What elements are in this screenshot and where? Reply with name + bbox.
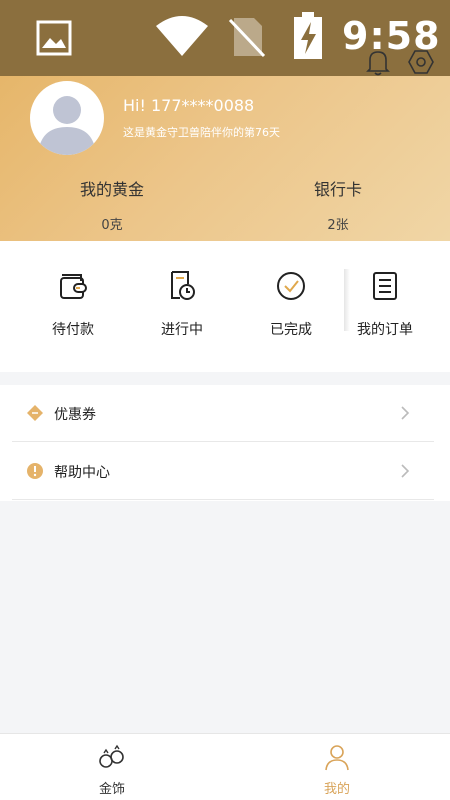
order-list-icon [373,272,397,300]
coupon-icon [27,405,43,421]
order-completed-label: 已完成 [270,322,312,338]
wifi-icon [156,16,208,56]
battery-charging-icon [294,12,322,59]
bank-card-value: 2张 [327,218,349,233]
order-pending-payment[interactable]: 待付款 [28,269,118,339]
menu-item-label: 帮助中心 [54,465,110,481]
gallery-icon [36,20,72,56]
my-orders-label: 我的订单 [357,322,413,338]
tab-jewelry-label: 金饰 [98,782,125,797]
menu-item-label: 优惠券 [54,407,96,423]
help-icon [27,463,43,479]
menu-item-coupons[interactable]: 优惠券 [12,385,434,442]
bell-icon[interactable] [366,48,390,76]
settings-menu: 优惠券 帮助中心 [0,385,450,501]
bank-card-label: 银行卡 [313,180,362,199]
order-in-progress-label: 进行中 [161,322,203,338]
bank-card-stat[interactable]: 银行卡 2张 [268,176,408,233]
my-gold-value: 0克 [101,218,123,233]
wallet-icon [60,274,87,299]
chevron-right-icon [401,406,410,420]
person-icon [325,745,349,771]
menu-item-help-center[interactable]: 帮助中心 [12,443,434,500]
tab-jewelry[interactable]: 金饰 [72,742,152,797]
no-sim-icon [228,18,266,58]
tab-mine-label: 我的 [323,782,350,797]
tab-mine[interactable]: 我的 [297,742,377,797]
avatar[interactable] [30,81,104,155]
my-gold-label: 我的黄金 [79,180,144,199]
settings-icon[interactable] [408,48,434,76]
user-greeting: Hi! 177****0088 [123,96,255,115]
order-shortcuts: 待付款 进行中 已完成 我的订单 [0,241,450,372]
order-pending-label: 待付款 [52,322,94,338]
bottom-tab-bar: 金饰 我的 [0,733,450,800]
profile-header: Hi! 177****0088 这是黄金守卫兽陪伴你的第76天 我的黄金 0克 … [0,50,450,241]
my-gold-stat[interactable]: 我的黄金 0克 [42,176,182,233]
chevron-right-icon [401,464,410,478]
check-circle-icon [277,272,305,300]
order-completed[interactable]: 已完成 [246,269,336,339]
my-orders[interactable]: 我的订单 [340,269,430,339]
clock-doc-icon [171,271,195,300]
rings-icon [99,744,124,768]
companion-days: 这是黄金守卫兽陪伴你的第76天 [123,126,280,139]
order-in-progress[interactable]: 进行中 [137,269,227,339]
